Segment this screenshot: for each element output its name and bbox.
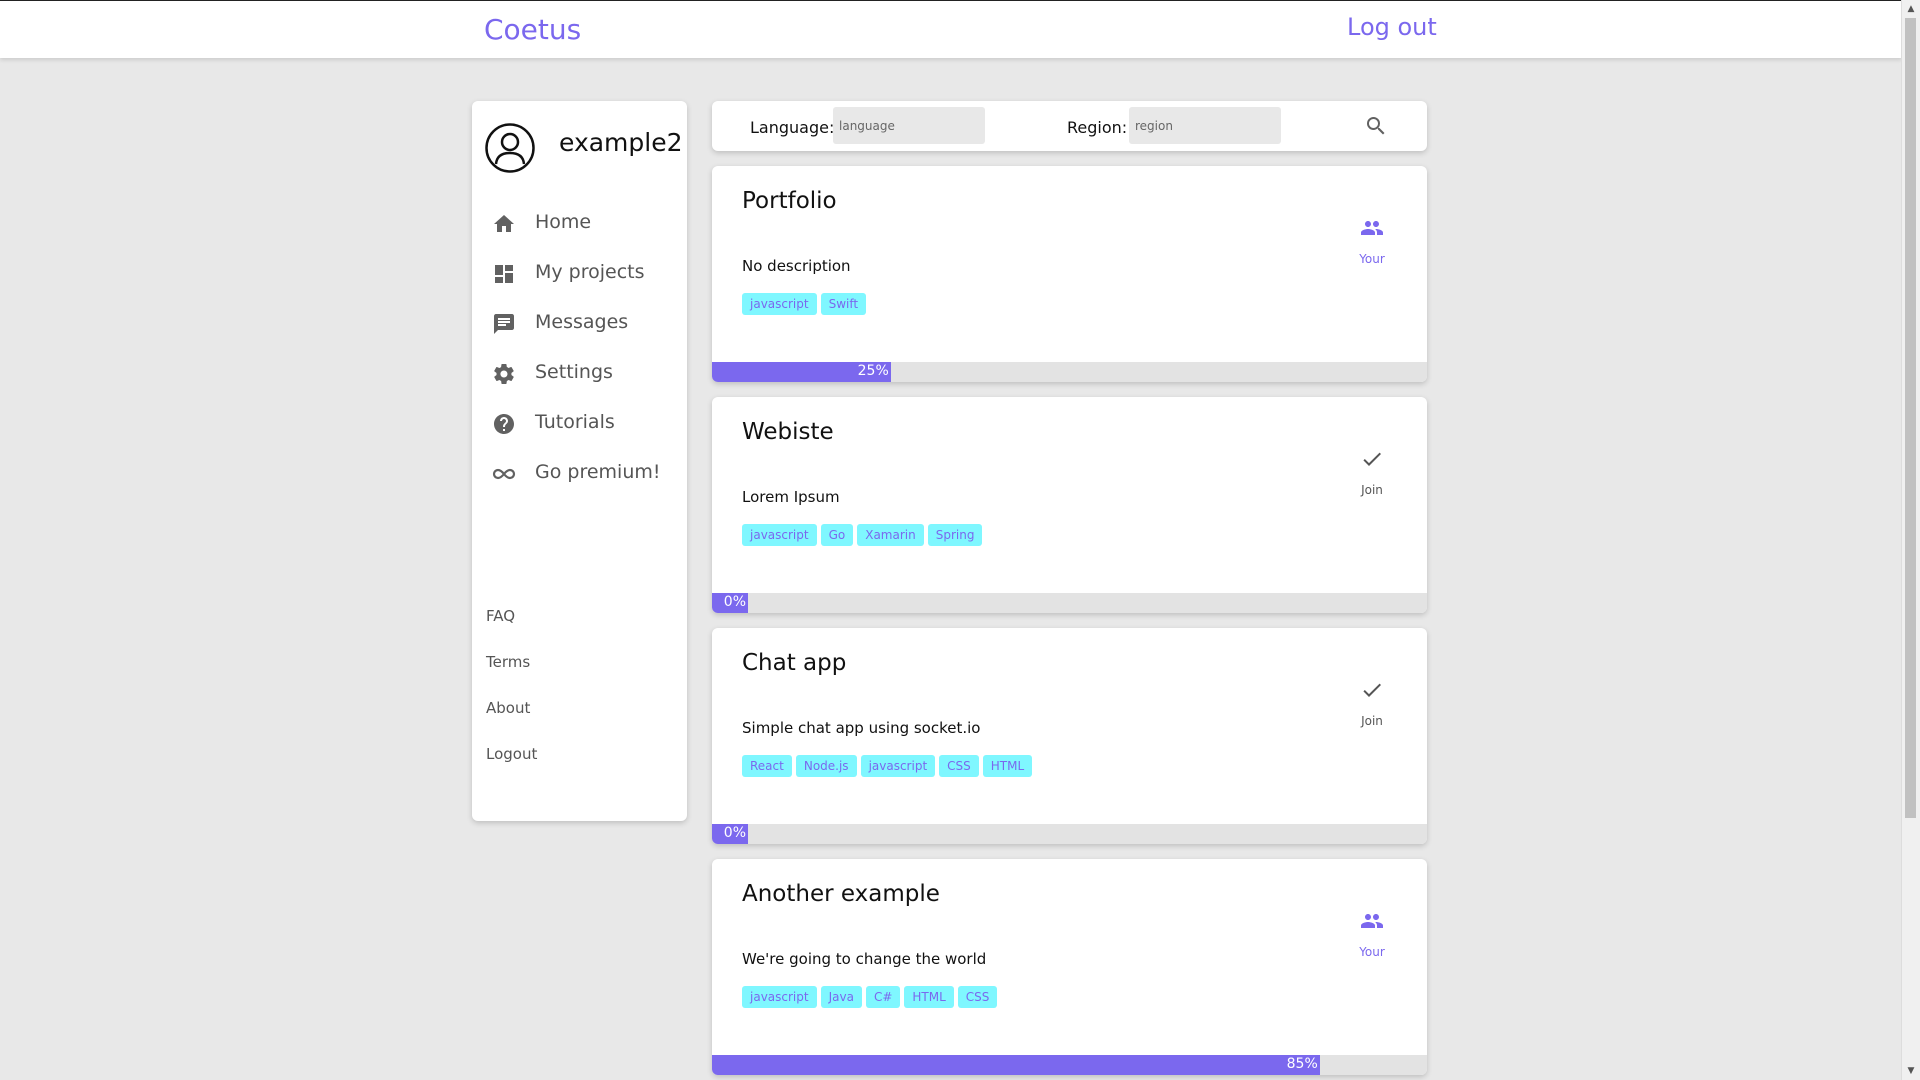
sidebar-item-go-premium[interactable]: Go premium! (472, 449, 687, 499)
username: example2 (559, 128, 683, 157)
tag-chip[interactable]: javascript (742, 986, 817, 1008)
project-card[interactable]: Portfolio No description javascript Swift… (712, 166, 1427, 382)
tag-chip[interactable]: C# (865, 986, 901, 1008)
logout-button[interactable]: Log out (1347, 13, 1437, 41)
tag-chip[interactable]: CSS (939, 755, 979, 777)
infinity-icon (492, 468, 516, 480)
tag-chip[interactable]: Swift (820, 293, 867, 315)
progress-text: 0% (723, 594, 746, 610)
sidebar-footer: FAQ Terms About Logout (486, 607, 537, 791)
chat-icon (494, 314, 514, 334)
footer-link-terms[interactable]: Terms (486, 653, 537, 699)
tag-chip[interactable]: Java (820, 986, 862, 1008)
join-button[interactable]: Join (1327, 678, 1417, 728)
your-project-button[interactable]: Your (1327, 216, 1417, 266)
sidebar-item-my-projects[interactable]: My projects (472, 249, 687, 299)
check-icon (1327, 678, 1417, 702)
sidebar-item-label: Tutorials (535, 411, 615, 433)
sidebar-item-settings[interactable]: Settings (472, 349, 687, 399)
footer-link-logout[interactable]: Logout (486, 745, 537, 791)
action-label: Join (1361, 714, 1383, 728)
tag-chip[interactable]: CSS (957, 986, 998, 1008)
help-icon (494, 414, 514, 434)
tag-chip[interactable]: Spring (927, 524, 983, 546)
region-label: Region: (1067, 118, 1128, 137)
sidebar-nav: Home My projects Messages Settings Tutor… (472, 199, 687, 499)
action-label: Your (1359, 252, 1385, 266)
project-tags: javascript Java C# HTML CSS (742, 986, 998, 1008)
sidebar-item-label: Settings (535, 361, 613, 383)
group-icon (1327, 216, 1417, 240)
progress-bar: 0% (712, 593, 1427, 613)
tag-chip[interactable]: React (742, 755, 792, 777)
project-title[interactable]: Another example (742, 881, 940, 907)
sidebar-item-label: Home (535, 211, 592, 233)
project-card[interactable]: Another example We're going to change th… (712, 859, 1427, 1075)
search-icon[interactable] (1364, 114, 1388, 138)
tag-chip[interactable]: Node.js (795, 755, 857, 777)
sidebar-item-label: Messages (535, 311, 629, 333)
top-bar: Coetus Log out (0, 0, 1902, 58)
project-tags: javascript Swift (742, 293, 867, 315)
project-title[interactable]: Webiste (742, 419, 834, 445)
progress-bar: 85% (712, 1055, 1427, 1075)
progress-text: 25% (857, 363, 889, 379)
progress-text: 85% (1286, 1056, 1318, 1072)
project-description: No description (742, 257, 851, 275)
footer-link-about[interactable]: About (486, 699, 537, 745)
language-input[interactable] (833, 107, 985, 144)
sidebar: example2 Home My projects Messages Setti… (472, 101, 687, 821)
language-label: Language: (750, 118, 835, 137)
sidebar-item-label: My projects (535, 261, 645, 283)
dashboard-icon (495, 265, 513, 283)
region-input[interactable] (1129, 107, 1281, 144)
project-title[interactable]: Portfolio (742, 188, 837, 214)
tag-chip[interactable]: Go (820, 524, 854, 546)
scroll-down-icon[interactable]: ▼ (1902, 1062, 1920, 1080)
page-scrollbar[interactable]: ▲ ▼ (1901, 0, 1920, 1080)
progress-text: 0% (723, 825, 746, 841)
search-filter-bar: Language: Region: (712, 101, 1427, 151)
brand-logo[interactable]: Coetus (484, 13, 581, 46)
check-icon (1327, 447, 1417, 471)
progress-fill: 25% (712, 362, 891, 382)
project-description: Simple chat app using socket.io (742, 719, 981, 737)
footer-link-faq[interactable]: FAQ (486, 607, 537, 653)
sidebar-item-home[interactable]: Home (472, 199, 687, 249)
sidebar-item-label: Go premium! (535, 461, 661, 483)
sidebar-item-tutorials[interactable]: Tutorials (472, 399, 687, 449)
action-label: Join (1361, 483, 1383, 497)
project-title[interactable]: Chat app (742, 650, 846, 676)
project-tags: React Node.js javascript CSS HTML (742, 755, 1033, 777)
project-description: We're going to change the world (742, 950, 987, 968)
action-label: Your (1359, 945, 1385, 959)
tag-chip[interactable]: Xamarin (857, 524, 924, 546)
progress-fill: 0% (712, 824, 748, 844)
gear-icon (494, 364, 514, 385)
project-card[interactable]: Chat app Simple chat app using socket.io… (712, 628, 1427, 844)
tag-chip[interactable]: javascript (742, 524, 817, 546)
tag-chip[interactable]: HTML (904, 986, 954, 1008)
group-icon (1327, 909, 1417, 933)
scroll-up-icon[interactable]: ▲ (1902, 0, 1920, 18)
progress-bar: 0% (712, 824, 1427, 844)
progress-bar: 25% (712, 362, 1427, 382)
join-button[interactable]: Join (1327, 447, 1417, 497)
progress-fill: 85% (712, 1055, 1320, 1075)
your-project-button[interactable]: Your (1327, 909, 1417, 959)
sidebar-item-messages[interactable]: Messages (472, 299, 687, 349)
tag-chip[interactable]: javascript (860, 755, 936, 777)
home-icon (494, 215, 514, 232)
project-tags: javascript Go Xamarin Spring (742, 524, 983, 546)
tag-chip[interactable]: HTML (982, 755, 1033, 777)
scroll-thumb[interactable] (1905, 18, 1916, 818)
avatar[interactable] (485, 123, 535, 173)
tag-chip[interactable]: javascript (742, 293, 817, 315)
project-description: Lorem Ipsum (742, 488, 840, 506)
progress-fill: 0% (712, 593, 748, 613)
project-card[interactable]: Webiste Lorem Ipsum javascript Go Xamarin S… (712, 397, 1427, 613)
